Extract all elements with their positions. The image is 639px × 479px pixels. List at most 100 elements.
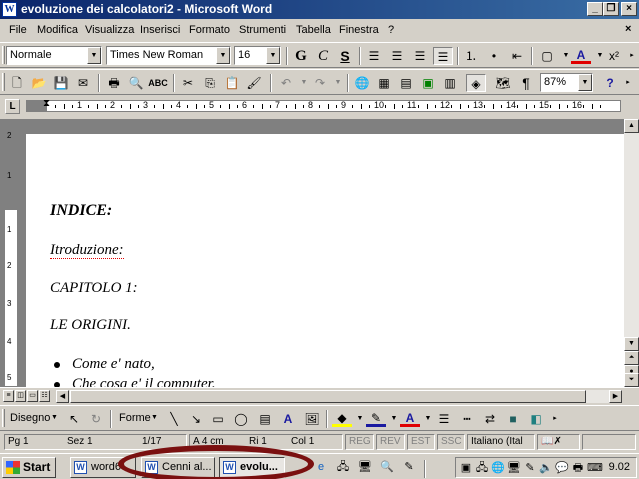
cut-icon[interactable]: ✂ xyxy=(178,74,198,92)
clipart-icon[interactable]: 🖼 xyxy=(302,410,322,428)
horizontal-scroll-track[interactable]: ◀ ▶ xyxy=(56,390,622,403)
menu-formato[interactable]: Formato xyxy=(189,24,230,36)
task-evoluzione[interactable]: W evolu... xyxy=(219,457,285,478)
internet-explorer-icon[interactable]: e xyxy=(314,460,328,474)
dash-style-icon[interactable]: ┅ xyxy=(457,410,477,428)
status-ext[interactable]: EST xyxy=(407,434,435,450)
toolbar-options-icon[interactable]: ▸ xyxy=(618,74,638,92)
undo-icon[interactable]: ↶ xyxy=(276,74,296,92)
email-icon[interactable]: ✉ xyxy=(73,74,93,92)
start-button[interactable]: Start xyxy=(2,457,56,478)
align-center-icon[interactable]: ☰ xyxy=(387,47,407,65)
web-view-icon[interactable]: ◫ xyxy=(15,390,26,402)
tray-printer-icon[interactable]: 🖶 xyxy=(571,461,585,475)
horizontal-ruler[interactable]: L ⧗ 1 2 3 4 5 6 7 8 9 10 11 12 13 14 15 16 xyxy=(0,97,639,118)
toolbar-grip[interactable] xyxy=(2,409,5,427)
menu-inserisci[interactable]: Inserisci xyxy=(140,24,180,36)
doc-line-chapter[interactable]: CAPITOLO 1: xyxy=(50,280,138,297)
horizontal-scroll-thumb[interactable] xyxy=(70,390,586,403)
close-button[interactable]: × xyxy=(621,2,637,16)
font-color-button[interactable]: A xyxy=(571,47,591,64)
tab-selector[interactable]: L xyxy=(5,99,20,114)
tray-chat-icon[interactable]: 💬 xyxy=(555,461,569,475)
format-painter-icon[interactable]: 🖌 xyxy=(244,74,264,92)
oval-tool-icon[interactable]: ◯ xyxy=(231,410,251,428)
task-cenni[interactable]: W Cenni al... xyxy=(141,457,215,478)
chevron-down-icon[interactable]: ▼ xyxy=(51,414,58,421)
text-box-icon[interactable]: ▤ xyxy=(255,410,275,428)
draw-menu-button[interactable]: Disegno xyxy=(10,412,50,424)
menu-finestra[interactable]: Finestra xyxy=(339,24,379,36)
tables-borders-icon[interactable]: ▦ xyxy=(374,74,394,92)
3d-icon[interactable]: ◧ xyxy=(526,410,546,428)
indent-marker-icon[interactable]: ⧗ xyxy=(43,98,50,109)
redo-icon[interactable]: ↷ xyxy=(310,74,330,92)
print-layout-icon[interactable]: ▭ xyxy=(27,390,38,402)
chevron-down-icon[interactable]: ▼ xyxy=(151,414,158,421)
help-button[interactable]: ? xyxy=(600,74,620,92)
network-icon[interactable]: 🖧 xyxy=(336,460,350,474)
align-right-icon[interactable]: ☰ xyxy=(410,47,430,65)
next-page-icon[interactable]: ⏷ xyxy=(624,373,639,387)
desktop-icon[interactable]: 🖥 xyxy=(358,460,372,474)
chevron-down-icon[interactable]: ▼ xyxy=(328,74,348,92)
previous-page-icon[interactable]: ⏶ xyxy=(624,351,639,365)
task-word6[interactable]: W word6 xyxy=(70,457,136,478)
ruler-strip[interactable]: ⧗ 1 2 3 4 5 6 7 8 9 10 11 12 13 14 15 16 xyxy=(26,98,621,112)
search-icon[interactable]: 🔍 xyxy=(380,460,394,474)
menu-help[interactable]: ? xyxy=(388,24,394,36)
decrease-indent-icon[interactable]: ⇤ xyxy=(507,47,527,65)
close-document-icon[interactable]: × xyxy=(625,23,636,36)
scroll-left-icon[interactable]: ◀ xyxy=(56,390,69,403)
drawing-icon[interactable]: ◈ xyxy=(466,74,486,92)
select-objects-icon[interactable]: ↖ xyxy=(64,410,84,428)
vertical-scrollbar[interactable]: ▲ ▼ ⏶ ● ⏷ xyxy=(624,119,639,387)
align-left-icon[interactable]: ☰ xyxy=(364,47,384,65)
vertical-ruler[interactable]: 2 1 1 2 3 4 5 xyxy=(4,119,18,387)
tray-app-icon[interactable]: ▣ xyxy=(459,461,473,475)
minimize-button[interactable]: _ xyxy=(587,2,603,16)
toolbar-grip[interactable] xyxy=(2,73,5,91)
document-page[interactable]: INDICE: Itroduzione: CAPITOLO 1: LE ORIG… xyxy=(26,134,624,387)
menu-visualizza[interactable]: Visualizza xyxy=(85,24,134,36)
horizontal-scrollbar[interactable]: ≡ ◫ ▭ ☷ ◀ ▶ xyxy=(0,387,639,404)
normal-view-icon[interactable]: ≡ xyxy=(3,390,14,402)
print-icon[interactable]: 🖶 xyxy=(104,74,124,92)
new-document-icon[interactable]: 🗋 xyxy=(7,74,27,92)
volume-icon[interactable]: 🔈 xyxy=(539,461,553,475)
arrow-tool-icon[interactable]: ↘ xyxy=(186,410,206,428)
toolbar-options-icon[interactable]: ▸ xyxy=(545,410,565,428)
tray-pen-icon[interactable]: ✎ xyxy=(523,461,537,475)
scroll-down-icon[interactable]: ▼ xyxy=(624,337,639,351)
chevron-down-icon[interactable]: ▼ xyxy=(87,47,101,64)
notepad-icon[interactable]: ✎ xyxy=(402,460,416,474)
tray-monitor-icon[interactable]: 🖥 xyxy=(507,461,521,475)
menu-file[interactable]: File xyxy=(9,24,27,36)
bulleted-list-icon[interactable]: • xyxy=(484,47,504,65)
menu-modifica[interactable]: Modifica xyxy=(37,24,78,36)
font-size-select[interactable]: 16 ▼ xyxy=(234,46,281,65)
document-map-icon[interactable]: 🗺 xyxy=(493,74,513,92)
superscript-button[interactable]: x² xyxy=(604,47,624,65)
word-app-icon[interactable]: W xyxy=(2,2,17,17)
chevron-down-icon[interactable]: ▼ xyxy=(216,47,230,64)
paste-icon[interactable]: 📋 xyxy=(222,74,242,92)
wordart-icon[interactable]: A xyxy=(278,410,298,428)
status-rec[interactable]: REG xyxy=(345,434,374,450)
style-select[interactable]: Normale ▼ xyxy=(6,46,102,65)
line-style-icon[interactable]: ☰ xyxy=(434,410,454,428)
shadow-icon[interactable]: ■ xyxy=(503,410,523,428)
text-color-button[interactable]: A xyxy=(400,410,420,427)
status-language[interactable]: Italiano (Ital xyxy=(467,434,535,450)
chevron-down-icon[interactable]: ▼ xyxy=(578,74,592,91)
scroll-up-icon[interactable]: ▲ xyxy=(624,119,639,133)
line-tool-icon[interactable]: ╲ xyxy=(164,410,184,428)
insert-table-icon[interactable]: ▤ xyxy=(396,74,416,92)
autoshapes-menu-button[interactable]: Forme xyxy=(119,412,151,424)
italic-button[interactable]: C xyxy=(313,47,333,65)
insert-excel-icon[interactable]: ▣ xyxy=(418,74,438,92)
doc-line-origins[interactable]: LE ORIGINI. xyxy=(50,317,131,334)
open-folder-icon[interactable]: 📂 xyxy=(29,74,49,92)
chevron-down-icon[interactable]: ▼ xyxy=(266,47,280,64)
tray-keyboard-icon[interactable]: ⌨ xyxy=(587,461,603,475)
